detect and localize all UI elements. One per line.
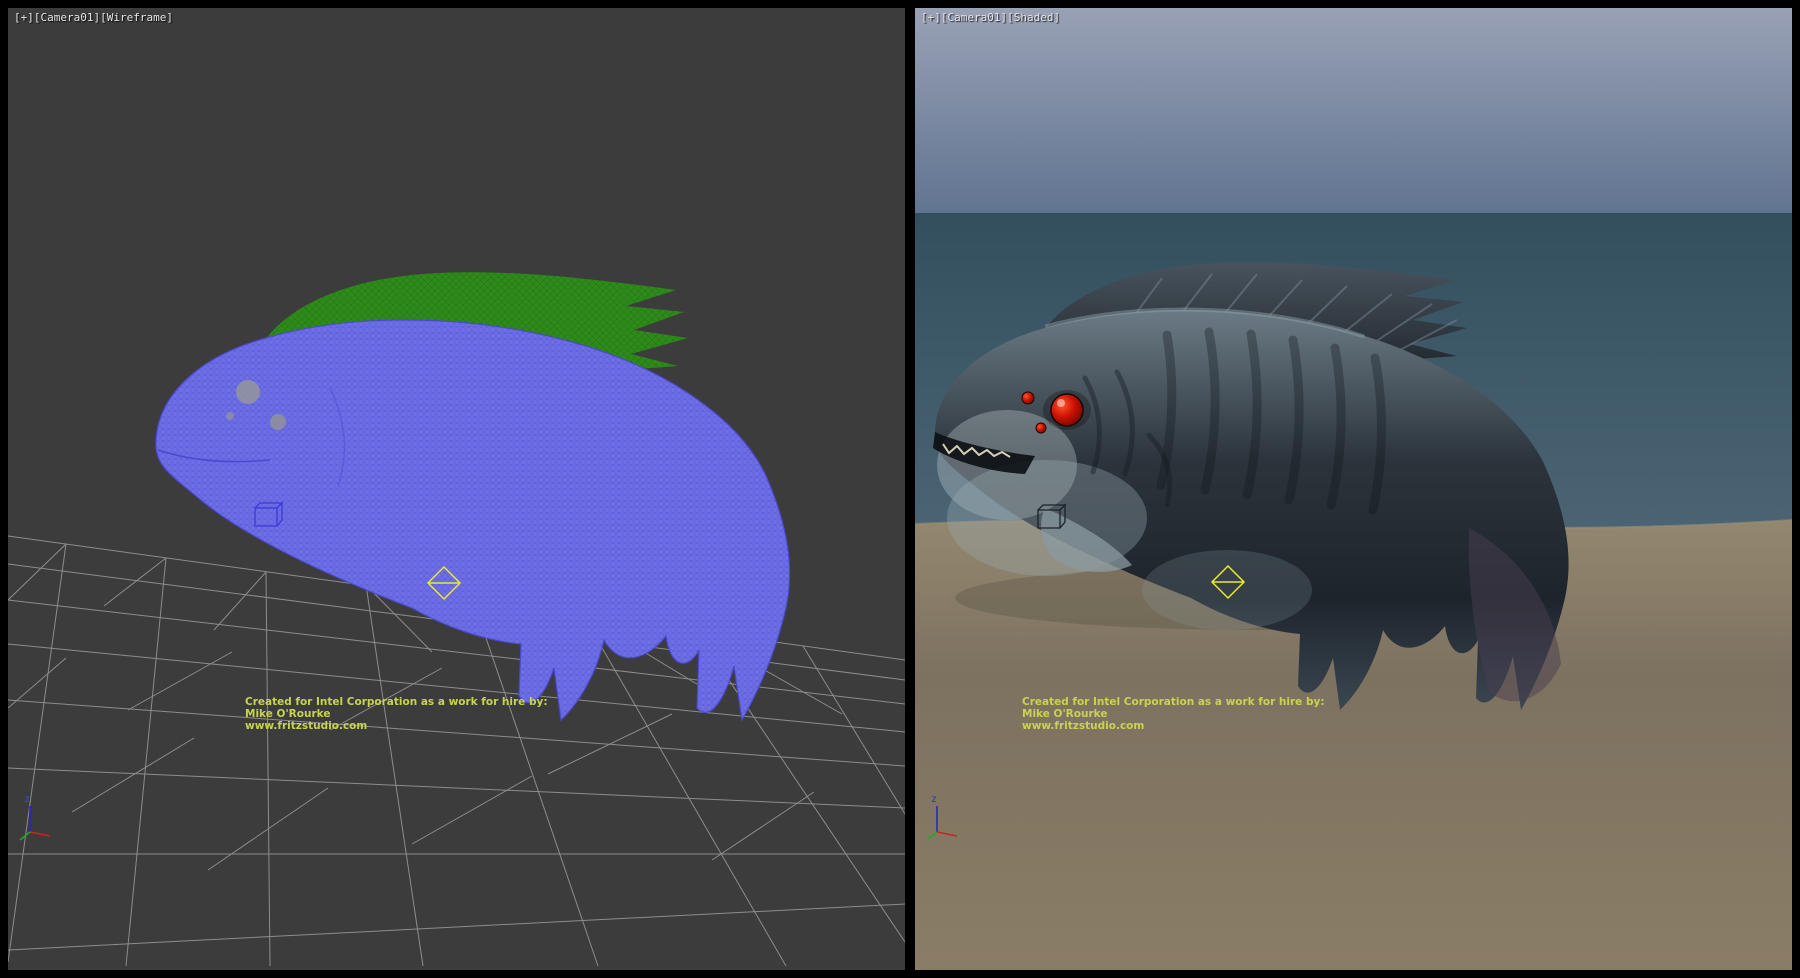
viewport-shading-menu[interactable]: [Shaded]	[1007, 11, 1060, 24]
y-axis-line	[927, 832, 937, 840]
credit-line-2: Mike O'Rourke	[1022, 708, 1325, 720]
world-axis-gizmo: z	[923, 790, 967, 842]
credit-line-1: Created for Intel Corporation as a work …	[245, 696, 548, 708]
viewport-camera-menu[interactable]: [Camera01]	[34, 11, 100, 24]
viewport-canvas-shaded[interactable]	[915, 8, 1792, 970]
credit-text: Created for Intel Corporation as a work …	[245, 696, 548, 732]
viewport-shading-menu[interactable]: [Wireframe]	[100, 11, 173, 24]
viewport-camera-menu[interactable]: [Camera01]	[941, 11, 1007, 24]
axis-z-label: z	[24, 794, 30, 805]
viewport-label: [+][Camera01][Shaded]	[921, 11, 1060, 24]
credit-line-1: Created for Intel Corporation as a work …	[1022, 696, 1325, 708]
credit-line-3: www.fritzstudio.com	[245, 720, 548, 732]
viewport-wireframe[interactable]: [+][Camera01][Wireframe] Created for Int…	[8, 8, 905, 970]
viewport-shaded[interactable]: [+][Camera01][Shaded] Created for Intel …	[915, 8, 1792, 970]
body-wire-texture	[156, 320, 790, 720]
credit-line-3: www.fritzstudio.com	[1022, 720, 1325, 732]
viewport-general-menu[interactable]: [+]	[14, 11, 34, 24]
x-axis-line	[30, 832, 50, 836]
x-axis-line	[937, 832, 957, 836]
credit-line-2: Mike O'Rourke	[245, 708, 548, 720]
credit-text: Created for Intel Corporation as a work …	[1022, 696, 1325, 732]
viewport-general-menu[interactable]: [+]	[921, 11, 941, 24]
sky	[915, 8, 1792, 218]
axis-z-label: z	[931, 794, 937, 805]
y-axis-line	[20, 832, 30, 840]
viewport-label: [+][Camera01][Wireframe]	[14, 11, 173, 24]
world-axis-gizmo: z	[16, 790, 60, 842]
viewport-canvas-wireframe[interactable]	[8, 8, 905, 970]
fish-model-wireframe[interactable]	[156, 272, 790, 720]
